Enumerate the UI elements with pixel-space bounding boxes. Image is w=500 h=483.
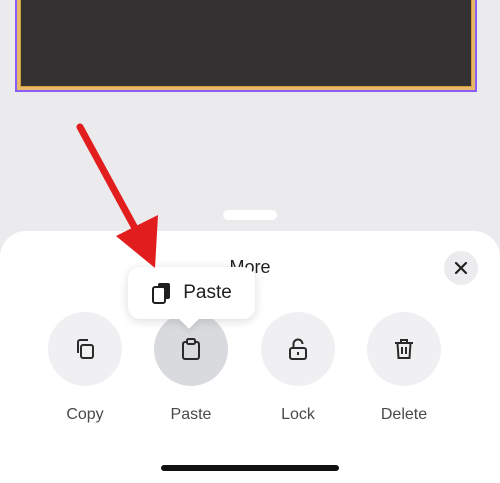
paste-action[interactable]: Paste (153, 312, 229, 424)
trash-icon (395, 339, 413, 359)
paste-label: Paste (170, 406, 212, 423)
tooltip-label: Paste (183, 282, 232, 303)
lock-action[interactable]: Lock (260, 312, 336, 424)
lock-button[interactable] (261, 312, 335, 386)
canvas-element-fill (20, 0, 472, 87)
delete-label: Delete (380, 406, 428, 423)
delete-action[interactable]: Delete (366, 312, 442, 424)
lock-label: Lock (281, 406, 315, 423)
home-indicator (161, 465, 339, 471)
canvas-drag-handle[interactable] (223, 210, 277, 220)
paste-icon (151, 281, 173, 305)
delete-button[interactable] (367, 312, 441, 386)
copy-icon (77, 339, 94, 359)
clipboard-icon (182, 338, 200, 360)
copy-button[interactable] (48, 312, 122, 386)
paste-tooltip[interactable]: Paste (128, 267, 255, 319)
selected-canvas-element[interactable] (15, 0, 477, 92)
lock-icon (289, 338, 307, 360)
copy-label: Copy (66, 406, 104, 423)
close-button[interactable] (444, 251, 478, 285)
copy-action[interactable]: Copy (47, 312, 123, 424)
close-icon (454, 261, 468, 275)
